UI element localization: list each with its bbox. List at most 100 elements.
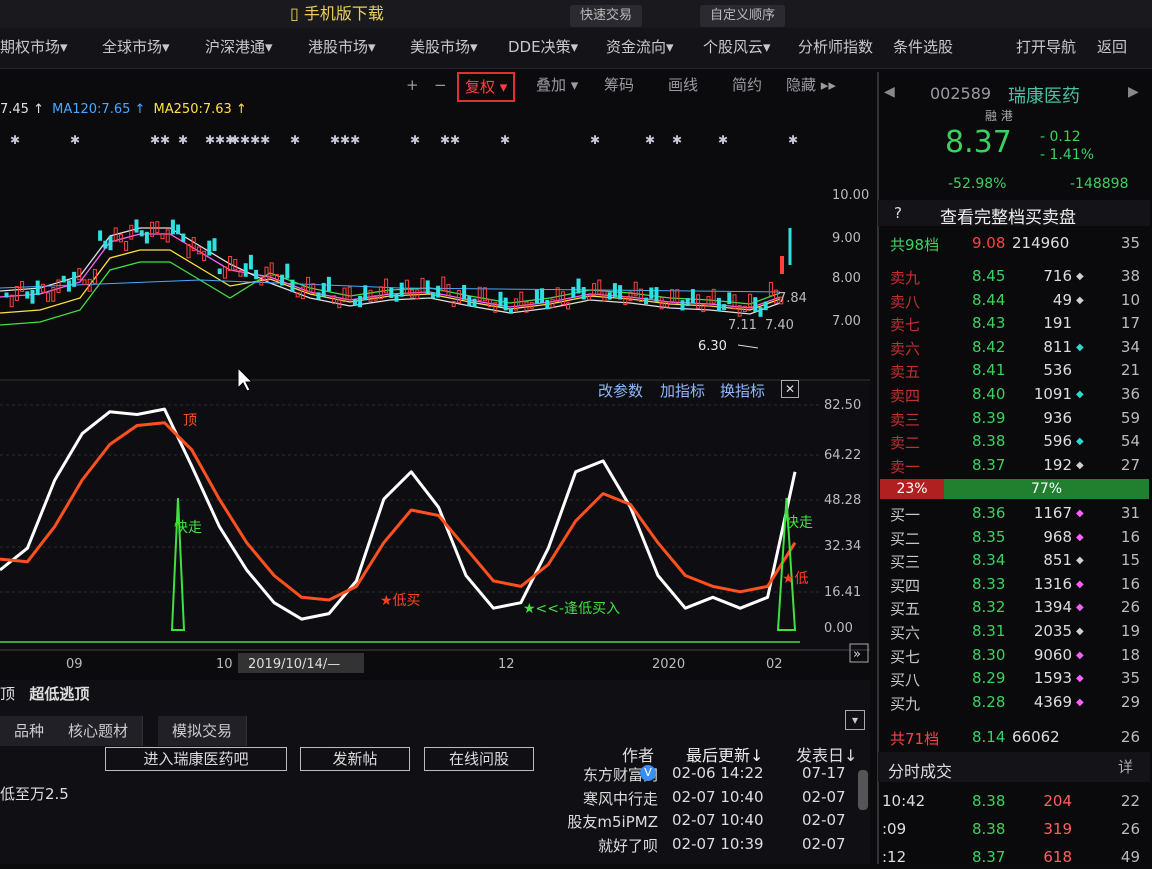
tab-sim-trade[interactable]: 模拟交易: [158, 716, 248, 746]
bid-row[interactable]: 买二 8.35 968 ◆ 16: [886, 526, 1142, 549]
ask-count: 34: [1120, 337, 1140, 356]
next-stock-icon[interactable]: ▶: [1128, 84, 1139, 100]
tick-row: :09 8.38 319 26: [882, 818, 1142, 841]
bid-row[interactable]: 买三 8.34 851 ◆ 15: [886, 549, 1142, 572]
ask-count: 36: [1120, 385, 1140, 403]
prev-stock-icon[interactable]: ◀: [884, 84, 895, 100]
enter-forum-button[interactable]: 进入瑞康医药吧: [105, 747, 287, 771]
bid-row[interactable]: 买五 8.32 1394 ◆ 26: [886, 596, 1142, 619]
bid-level: 买五: [890, 600, 921, 619]
custom-order-button[interactable]: 自定义顺序: [700, 5, 786, 27]
bid-row[interactable]: 买八 8.29 1593 ◆ 35: [886, 667, 1142, 690]
ask-online-button[interactable]: 在线问股: [424, 747, 534, 771]
scrollbar-thumb[interactable]: [858, 770, 868, 810]
bid-row[interactable]: 买七 8.30 9060 ◆ 18: [886, 644, 1142, 667]
ask-row[interactable]: 卖四 8.40 1091 ◆ 36: [886, 383, 1142, 406]
header-posted[interactable]: 发表日↓: [796, 742, 857, 766]
ask-change-dot-icon: ◆: [1076, 459, 1084, 471]
x-tick-02: 02: [766, 657, 783, 672]
view-full-orderbook-button[interactable]: 查看完整档买卖盘: [940, 203, 1076, 228]
nav-screener[interactable]: 条件选股: [893, 36, 953, 57]
nav-us[interactable]: 美股市场▾: [410, 36, 478, 57]
new-post-button[interactable]: 发新帖: [300, 747, 410, 771]
ask-row[interactable]: 卖七 8.43 191 ◆ 17: [886, 312, 1142, 335]
candlestick: [430, 292, 435, 299]
bid-row[interactable]: 买九 8.28 4369 ◆ 29: [886, 691, 1142, 714]
edit-params-link[interactable]: 改参数: [598, 380, 643, 401]
header-author[interactable]: 作者: [622, 742, 654, 766]
header-updated[interactable]: 最后更新↓: [686, 742, 763, 766]
price-change: - 0.12 - 1.41%: [1040, 129, 1094, 163]
candlestick: [202, 250, 207, 262]
nav-global[interactable]: 全球市场▾: [102, 36, 170, 57]
mobile-download-link[interactable]: ▯ 手机版下载: [290, 0, 384, 24]
nav-capital-flow[interactable]: 资金流向▾: [606, 36, 674, 57]
bid-row[interactable]: 买一 8.36 1167 ◆ 31: [886, 502, 1142, 525]
simple-button[interactable]: 简约: [726, 72, 768, 98]
candlestick: [623, 296, 628, 306]
bid-row[interactable]: 买四 8.33 1316 ◆ 16: [886, 573, 1142, 596]
nav-options[interactable]: 期权市场▾: [0, 36, 68, 57]
nav-back[interactable]: 返回: [1097, 36, 1127, 57]
ask-level: 卖一: [890, 457, 921, 476]
stock-code: 002589: [930, 84, 992, 103]
ask-total-cnt: 35: [1120, 234, 1140, 252]
candlestick: [618, 285, 623, 300]
ticks-more-button[interactable]: 详: [1118, 756, 1133, 777]
nav-dde[interactable]: DDE决策▾: [508, 36, 578, 57]
draw-line-button[interactable]: 画线: [662, 72, 704, 98]
tab-core-topics[interactable]: 核心题材: [54, 716, 144, 746]
nav-stock-news[interactable]: 个股风云▾: [703, 36, 771, 57]
ask-row[interactable]: 卖六 8.42 811 ◆ 34: [886, 336, 1142, 359]
nav-hk-connect[interactable]: 沪深港通▾: [205, 36, 273, 57]
tab-variety[interactable]: 品种: [0, 716, 60, 746]
ask-count: 21: [1120, 361, 1140, 380]
zoom-in-button[interactable]: +: [400, 72, 425, 98]
candlestick: [602, 290, 607, 302]
chips-button[interactable]: 筹码: [598, 72, 640, 98]
candlestick: [155, 221, 160, 233]
candlestick: [675, 289, 680, 304]
ask-row[interactable]: 卖八 8.44 49 ◆ 10: [886, 289, 1142, 312]
ask-row[interactable]: 卖一 8.37 192 ◆ 27: [886, 454, 1142, 477]
help-icon[interactable]: ?: [894, 204, 902, 222]
zoom-out-button[interactable]: −: [428, 72, 453, 98]
promo-line: 低至万2.5: [0, 785, 69, 803]
ask-change-dot-icon: ◆: [1076, 413, 1084, 424]
bid-level: 买七: [890, 647, 921, 666]
nav-hk[interactable]: 港股市场▾: [308, 36, 376, 57]
bid-level: 买四: [890, 576, 921, 595]
bid-total-label: 共71档: [890, 730, 940, 748]
candlestick: [404, 279, 409, 294]
ask-level: 卖五: [890, 363, 921, 382]
overlay-button[interactable]: 叠加 ▾: [530, 72, 584, 98]
stock-tags: 融 港: [985, 109, 1013, 123]
bid-change-dot-icon: ◆: [1076, 602, 1084, 614]
bid-row[interactable]: 买六 8.31 2035 ◆ 19: [886, 620, 1142, 643]
switch-indicator-link[interactable]: 换指标: [720, 380, 765, 401]
ask-volume: 936: [1043, 408, 1072, 427]
candlestick: [581, 287, 586, 300]
ask-row[interactable]: 卖三 8.39 936 ◆ 59: [886, 407, 1142, 430]
nav-open[interactable]: 打开导航: [1016, 36, 1076, 57]
ask-row[interactable]: 卖五 8.41 536 ◆ 21: [886, 359, 1142, 382]
quick-trade-button[interactable]: 快速交易: [570, 5, 643, 27]
candlestick: [66, 280, 71, 292]
restore-rights-button[interactable]: 复权 ▾: [457, 72, 516, 102]
nav-analyst[interactable]: 分析师指数: [798, 36, 873, 57]
candlestick: [170, 219, 175, 235]
ask-change-dot-icon: ◆: [1076, 436, 1084, 448]
ask-row[interactable]: 卖二 8.38 596 ◆ 54: [886, 430, 1142, 453]
add-indicator-link[interactable]: 加指标: [660, 380, 705, 401]
candlestick: [503, 297, 508, 311]
minimize-icon[interactable]: ▾: [845, 710, 865, 730]
ask-volume: 191: [1043, 314, 1072, 333]
stat-1: -52.98%: [948, 176, 1007, 192]
ask-level: 卖八: [890, 292, 921, 311]
ask-row[interactable]: 卖九 8.45 716 ◆ 38: [886, 265, 1142, 288]
candlestick: [290, 279, 295, 293]
hide-button[interactable]: 隐藏 ▸▸: [780, 72, 842, 98]
candlestick: [638, 288, 643, 303]
x-tick-09: 09: [66, 657, 83, 672]
close-indicator-button[interactable]: ✕: [781, 380, 799, 398]
